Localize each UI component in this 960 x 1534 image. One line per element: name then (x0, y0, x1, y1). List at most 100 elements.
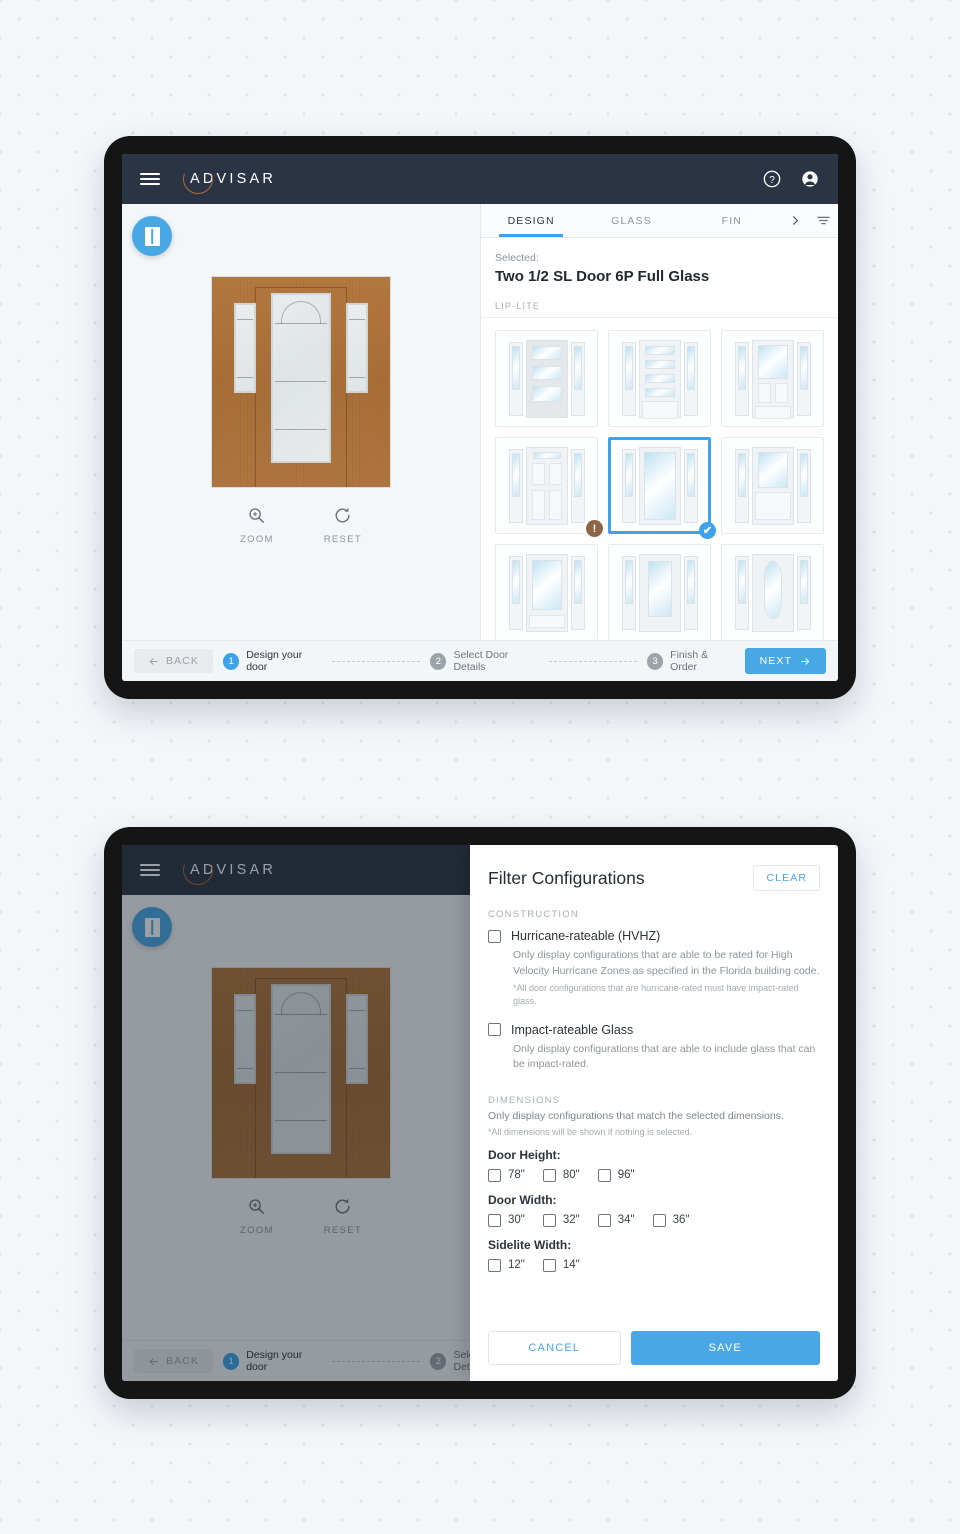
reset-button[interactable]: RESET (324, 506, 362, 545)
door-width-34-label: 34" (617, 1214, 635, 1227)
brand-logo: ADVISAR (183, 171, 276, 194)
door-height-title: Door Height: (488, 1147, 561, 1162)
help-circle-icon[interactable]: ? (762, 169, 782, 189)
impact-checkbox-row[interactable]: Impact-rateable Glass (488, 1023, 820, 1037)
construction-section-label: CONSTRUCTION (488, 909, 579, 920)
selected-check-badge-icon: ✔ (699, 522, 716, 539)
tab-finish[interactable]: FIN (682, 204, 782, 237)
sidebar-toggle-button[interactable] (132, 216, 172, 256)
door-width-30-checkbox[interactable] (488, 1213, 501, 1227)
impact-checkbox[interactable] (488, 1023, 501, 1036)
door-width-36-label: 36" (672, 1214, 690, 1227)
save-button[interactable]: SAVE (630, 1331, 820, 1365)
hurricane-description: Only display configurations that are abl… (513, 949, 820, 977)
step-3[interactable]: 3 Finish & Order (646, 649, 735, 673)
config-thumb-9[interactable] (721, 544, 824, 640)
door-preview-image[interactable] (211, 276, 391, 488)
cancel-button[interactable]: CANCEL (488, 1331, 621, 1365)
sidelite-width-12-checkbox[interactable] (488, 1258, 501, 1272)
filter-funnel-icon[interactable] (810, 204, 838, 237)
sidelite-width-option-14[interactable]: 14" (542, 1258, 580, 1272)
config-thumb-1[interactable] (495, 330, 598, 427)
zoom-label: ZOOM (240, 534, 274, 545)
back-label: BACK (166, 655, 199, 667)
sidelite-width-options: 12" 14" (488, 1258, 820, 1272)
impact-label: Impact-rateable Glass (511, 1022, 634, 1037)
door-glass-lite (271, 293, 331, 463)
step-divider-2 (549, 660, 637, 662)
door-width-option-32[interactable]: 32" (542, 1213, 580, 1227)
door-width-option-34[interactable]: 34" (597, 1213, 635, 1227)
step-3-label: Finish & Order (670, 649, 709, 673)
dimensions-note: *All dimensions will be shown if nothing… (488, 1126, 693, 1137)
config-thumb-6[interactable] (721, 437, 824, 534)
tab-bar: DESIGN GLASS FIN (481, 204, 838, 238)
hurricane-label: Hurricane-rateable (HVHZ) (511, 929, 661, 943)
sidelite-width-title: Sidelite Width: (488, 1237, 572, 1252)
app-screen-bottom: ADVISAR ZOOM RESET BACK 1 Design your do… (122, 845, 838, 1381)
door-height-78-label: 78" (508, 1169, 525, 1182)
hurricane-note: *All door configurations that are hurric… (513, 982, 799, 1007)
zoom-in-icon (249, 508, 265, 523)
door-width-32-label: 32" (562, 1214, 580, 1227)
config-thumb-3[interactable] (721, 330, 824, 427)
sidelite-width-14-checkbox[interactable] (542, 1258, 556, 1272)
sidelite-right (346, 303, 368, 393)
door-height-option-78[interactable]: 78" (488, 1168, 525, 1182)
svg-text:?: ? (769, 175, 775, 186)
reset-label: RESET (323, 534, 362, 545)
door-width-36-checkbox[interactable] (652, 1213, 666, 1227)
config-group-label: LIP-LITE (481, 289, 838, 318)
door-height-options: 78" 80" 96" (488, 1168, 820, 1182)
sidelite-width-option-12[interactable]: 12" (488, 1258, 525, 1272)
config-thumb-5-selected[interactable]: ✔ (608, 437, 716, 539)
sidelite-width-12-label: 12" (508, 1259, 525, 1272)
sidelite-left (234, 303, 256, 393)
header-actions: ? (762, 169, 820, 189)
chevron-right-icon[interactable] (782, 204, 810, 237)
zoom-button[interactable]: ZOOM (240, 506, 274, 545)
config-thumb-2[interactable] (608, 330, 711, 427)
door-preview-pane: ZOOM RESET (122, 204, 481, 640)
back-button[interactable]: BACK (134, 649, 213, 673)
next-label: NEXT (759, 655, 792, 667)
config-thumb-8[interactable] (608, 544, 711, 640)
door-height-option-80[interactable]: 80" (542, 1168, 580, 1182)
account-circle-icon[interactable] (800, 169, 820, 189)
door-width-30-label: 30" (508, 1214, 525, 1227)
door-height-80-checkbox[interactable] (542, 1168, 556, 1182)
wizard-stepper: BACK 1 Design your door 2 Select Door De… (122, 640, 838, 681)
door-height-96-label: 96" (617, 1169, 635, 1182)
clear-button[interactable]: CLEAR (753, 865, 820, 891)
selected-block: Selected: Two 1/2 SL Door 6P Full Glass (481, 238, 838, 289)
filter-drawer-footer: CANCEL SAVE (470, 1317, 838, 1381)
door-width-option-30[interactable]: 30" (488, 1213, 525, 1227)
tablet-device-bottom: ADVISAR ZOOM RESET BACK 1 Design your do… (104, 827, 856, 1399)
config-thumb-7[interactable] (495, 544, 598, 640)
door-width-options: 30" 32" 34" 36" (488, 1213, 820, 1227)
tab-glass[interactable]: GLASS (581, 204, 681, 237)
filter-drawer-header: Filter Configurations CLEAR (470, 845, 838, 901)
hurricane-checkbox[interactable] (488, 929, 501, 943)
tab-design[interactable]: DESIGN (481, 204, 581, 237)
door-width-title: Door Width: (488, 1192, 557, 1207)
door-height-option-96[interactable]: 96" (597, 1168, 635, 1182)
step-2[interactable]: 2 Select Door Details (430, 649, 539, 673)
filter-drawer-title: Filter Configurations (488, 867, 645, 888)
door-height-80-label: 80" (562, 1169, 580, 1182)
config-pane: DESIGN GLASS FIN Selected: Two 1/2 SL Do… (481, 204, 838, 640)
step-1[interactable]: 1 Design your door (223, 649, 322, 673)
config-thumbnail-grid: ! ✔ (481, 318, 838, 640)
door-height-96-checkbox[interactable] (597, 1168, 611, 1182)
tablet-device-top: ADVISAR ? ZOOM RESET DESIGN GLASS FIN Se… (104, 136, 856, 699)
view-controls: ZOOM RESET (240, 506, 362, 545)
door-width-32-checkbox[interactable] (542, 1213, 556, 1227)
door-height-78-checkbox[interactable] (488, 1168, 501, 1182)
impact-description: Only display configurations that are abl… (513, 1042, 816, 1071)
next-button[interactable]: NEXT (744, 648, 826, 674)
door-width-option-36[interactable]: 36" (652, 1213, 690, 1227)
door-width-34-checkbox[interactable] (597, 1213, 611, 1227)
hurricane-checkbox-row[interactable]: Hurricane-rateable (HVHZ) (488, 929, 820, 943)
hamburger-icon[interactable] (140, 173, 160, 185)
config-thumb-4[interactable]: ! (495, 437, 603, 537)
